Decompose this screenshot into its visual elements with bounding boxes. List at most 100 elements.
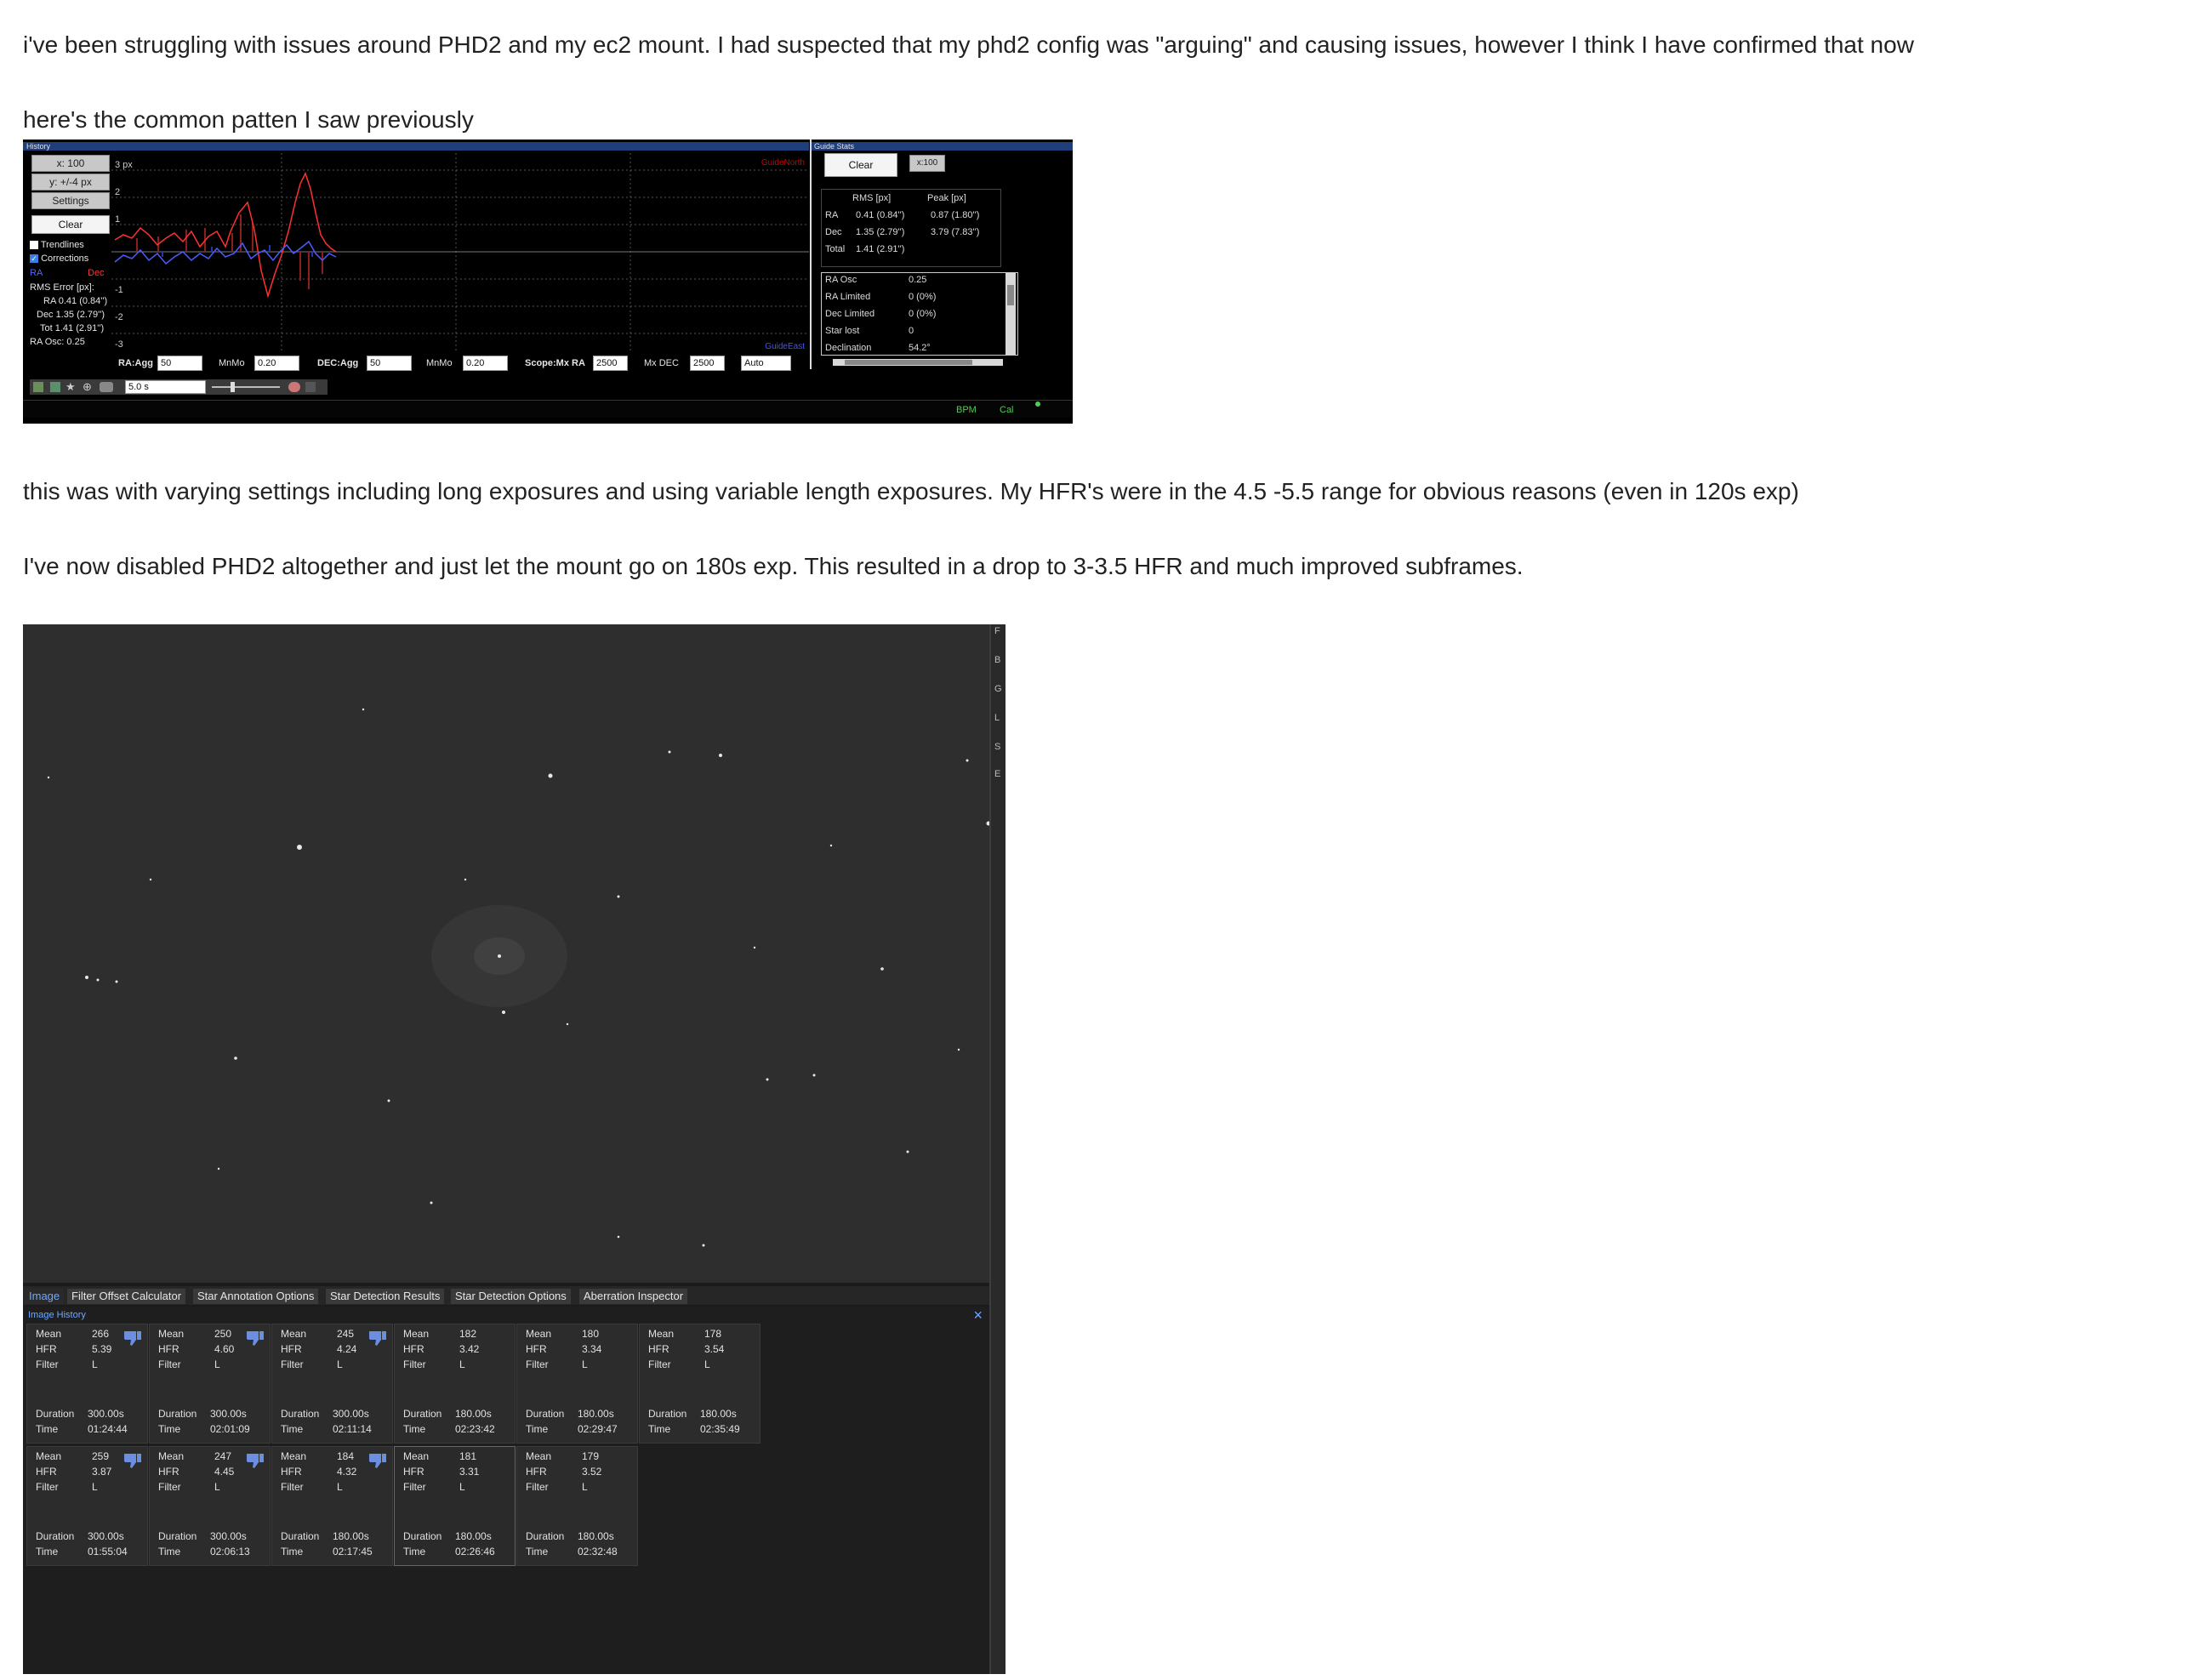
- exposure-select[interactable]: 5.0 s: [125, 380, 206, 394]
- col-peak-header: Peak [px]: [927, 193, 966, 203]
- history-card[interactable]: Mean 180 HFR 3.34 Filter L Duration 180.00s Time…: [516, 1324, 638, 1444]
- tab-filter-offset-calculator[interactable]: Filter Offset Calculator: [67, 1289, 186, 1304]
- duration-label: Duration: [403, 1530, 442, 1542]
- row-dec-peak: 3.79 (7.83''): [931, 227, 980, 237]
- x-scale-dropdown[interactable]: x: 100: [31, 155, 110, 172]
- time-label: Time: [403, 1423, 426, 1435]
- settings-dropdown[interactable]: Settings: [31, 192, 110, 209]
- dec-mnmo-input[interactable]: 0.20: [463, 356, 508, 371]
- brain-icon[interactable]: [288, 382, 300, 392]
- tab-aberration-inspector[interactable]: Aberration Inspector: [579, 1289, 688, 1304]
- post-paragraph-4: I've now disabled PHD2 altogether and ju…: [23, 553, 1524, 579]
- time-value: 01:55:04: [88, 1546, 128, 1558]
- filter-label: Filter: [281, 1358, 304, 1370]
- thumbs-down-icon[interactable]: [245, 1452, 265, 1469]
- guide-icon[interactable]: [50, 382, 60, 392]
- duration-value: 300.00s: [333, 1408, 369, 1420]
- duration-value: 180.00s: [578, 1408, 614, 1420]
- nina-screenshot: F B G L S E Image Filter Offset Calculat…: [23, 624, 1006, 1674]
- stats-scale-dropdown[interactable]: x:100: [909, 155, 945, 172]
- filter-value: L: [582, 1358, 588, 1370]
- history-card[interactable]: Mean 178 HFR 3.54 Filter L Duration 180.00s Time…: [639, 1324, 761, 1444]
- dec-mode-select[interactable]: Auto: [741, 356, 791, 371]
- mean-label: Mean: [281, 1450, 307, 1462]
- stats-extra-list: RA Osc 0.25 RA Limited 0 (0%) Dec Limite…: [821, 272, 1018, 356]
- guide-east-label: GuideEast: [765, 342, 805, 351]
- thumbs-down-icon[interactable]: [367, 1330, 388, 1347]
- trendlines-box[interactable]: [30, 241, 38, 250]
- close-icon[interactable]: ×: [973, 1307, 983, 1324]
- hfr-label: HFR: [648, 1343, 669, 1355]
- status-bpm: BPM: [956, 405, 977, 415]
- history-card[interactable]: Mean 245 HFR 4.24 Filter L Duration 300.00s Time…: [271, 1324, 393, 1444]
- corrections-checkbox[interactable]: ✓ Corrections: [30, 253, 88, 264]
- history-card[interactable]: Mean 181 HFR 3.31 Filter L Duration 180.00s Time…: [394, 1446, 516, 1566]
- history-card[interactable]: Mean 266 HFR 5.39 Filter L Duration 300.00s Time…: [26, 1324, 148, 1444]
- tools-icon[interactable]: [305, 382, 316, 392]
- duration-value: 300.00s: [88, 1408, 124, 1420]
- hfr-label: HFR: [281, 1466, 302, 1478]
- thumbs-down-icon[interactable]: [245, 1330, 265, 1347]
- hfr-value: 3.34: [582, 1343, 602, 1355]
- mean-value: 250: [214, 1328, 232, 1340]
- stats-clear-button[interactable]: Clear: [824, 153, 897, 177]
- history-card[interactable]: Mean 182 HFR 3.42 Filter L Duration 180.00s Time…: [394, 1324, 516, 1444]
- tab-star-detection-options[interactable]: Star Detection Options: [451, 1289, 571, 1304]
- gamma-slider-handle[interactable]: [231, 382, 235, 392]
- dec-agg-input[interactable]: 50: [367, 356, 412, 371]
- ra-mnmo-input[interactable]: 0.20: [254, 356, 299, 371]
- horizontal-scrollbar-thumb[interactable]: [845, 360, 972, 365]
- duration-value: 180.00s: [578, 1530, 614, 1542]
- tab-star-detection-results[interactable]: Star Detection Results: [326, 1289, 445, 1304]
- time-value: 02:26:46: [455, 1546, 495, 1558]
- hfr-label: HFR: [526, 1343, 547, 1355]
- status-indicator-icon: [1035, 401, 1040, 407]
- tab-image[interactable]: Image: [25, 1289, 65, 1304]
- status-cal: Cal: [1000, 405, 1014, 415]
- history-titlebar: History: [23, 142, 809, 151]
- duration-label: Duration: [158, 1530, 197, 1542]
- stop-icon[interactable]: [100, 382, 113, 392]
- trendlines-label: Trendlines: [40, 240, 84, 250]
- hfr-label: HFR: [158, 1343, 179, 1355]
- row-ra-label: RA: [825, 210, 839, 220]
- duration-label: Duration: [648, 1408, 687, 1420]
- history-card[interactable]: Mean 247 HFR 4.45 Filter L Duration 300.00s Time…: [149, 1446, 271, 1566]
- gamma-slider[interactable]: [212, 386, 280, 388]
- filter-label: Filter: [281, 1481, 304, 1493]
- tab-star-annotation-options[interactable]: Star Annotation Options: [193, 1289, 319, 1304]
- legend-dec: Dec: [88, 268, 105, 278]
- filter-value: L: [92, 1481, 98, 1493]
- mx-ra-input[interactable]: 2500: [593, 356, 628, 371]
- duration-label: Duration: [36, 1530, 75, 1542]
- y-scale-dropdown[interactable]: y: +/-4 px: [31, 174, 110, 191]
- mean-label: Mean: [403, 1450, 430, 1462]
- history-clear-button[interactable]: Clear: [31, 215, 110, 234]
- ra-agg-input[interactable]: 50: [157, 356, 202, 371]
- filter-value: L: [214, 1358, 220, 1370]
- loop-icon[interactable]: [33, 382, 43, 392]
- thumbs-down-icon[interactable]: [367, 1452, 388, 1469]
- filter-value: L: [337, 1481, 343, 1493]
- trendlines-checkbox[interactable]: Trendlines: [30, 240, 84, 250]
- history-card[interactable]: Mean 259 HFR 3.87 Filter L Duration 300.00s Time…: [26, 1446, 148, 1566]
- legend-ra: RA: [30, 268, 43, 278]
- mx-dec-input[interactable]: 2500: [690, 356, 725, 371]
- filter-value: L: [92, 1358, 98, 1370]
- mean-label: Mean: [36, 1328, 62, 1340]
- hfr-value: 3.87: [92, 1466, 112, 1478]
- target-icon[interactable]: ⊕: [83, 380, 92, 394]
- history-card[interactable]: Mean 179 HFR 3.52 Filter L Duration 180.00s Time…: [516, 1446, 638, 1566]
- history-card[interactable]: Mean 250 HFR 4.60 Filter L Duration 300.00s Time…: [149, 1324, 271, 1444]
- filter-value: L: [704, 1358, 710, 1370]
- rms-ra: RA 0.41 (0.84''): [43, 296, 108, 306]
- filter-label: Filter: [158, 1481, 181, 1493]
- vertical-scrollbar-thumb[interactable]: [1007, 285, 1014, 305]
- thumbs-down-icon[interactable]: [122, 1330, 143, 1347]
- post-paragraph-2: here's the common patten I saw previousl…: [23, 106, 474, 133]
- thumbs-down-icon[interactable]: [122, 1452, 143, 1469]
- star-icon[interactable]: ★: [66, 380, 76, 394]
- history-card[interactable]: Mean 184 HFR 4.32 Filter L Duration 180.00s Time…: [271, 1446, 393, 1566]
- ra-osc-value: 0.25: [909, 275, 927, 285]
- mean-value: 181: [459, 1450, 477, 1462]
